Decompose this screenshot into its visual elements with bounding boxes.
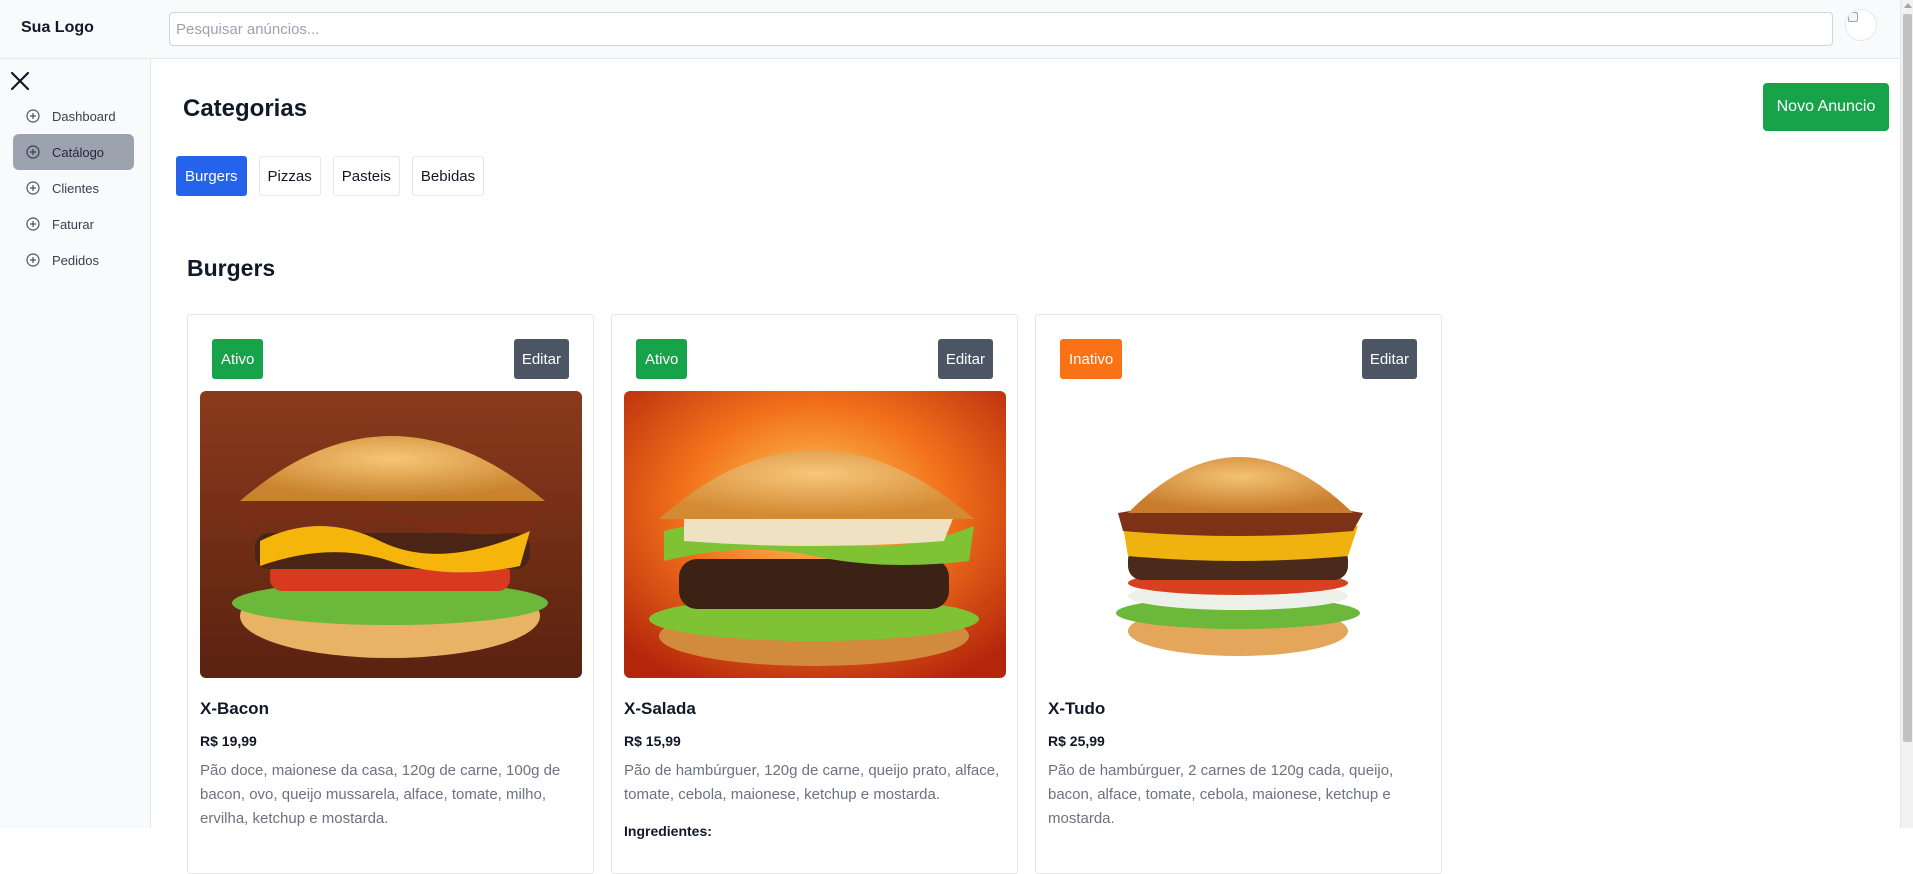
status-badge: Ativo xyxy=(212,339,264,379)
sidebar-item-dashboard[interactable]: Dashboard xyxy=(13,98,134,134)
sidebar-item-label: Clientes xyxy=(52,180,99,196)
product-grid: Ativo Editar X-Bacon R$ 19,99 Pão doce, … xyxy=(187,314,1442,874)
plus-circle-icon xyxy=(26,109,40,123)
product-name: X-Bacon xyxy=(200,699,269,718)
tab-pizzas[interactable]: Pizzas xyxy=(258,156,321,196)
product-price: R$ 19,99 xyxy=(200,733,257,749)
logo: Sua Logo xyxy=(21,19,94,36)
scroll-up-arrow-icon[interactable] xyxy=(1904,3,1912,8)
plus-circle-icon xyxy=(26,145,40,159)
sidebar-item-label: Pedidos xyxy=(52,252,99,268)
sidebar-item-faturar[interactable]: Faturar xyxy=(13,206,134,242)
status-badge: Inativo xyxy=(1060,339,1123,379)
tab-pasteis[interactable]: Pasteis xyxy=(332,156,400,196)
page-title: Categorias xyxy=(183,95,308,122)
new-ad-button[interactable]: Novo Anuncio xyxy=(1763,83,1889,131)
product-description: Pão de hambúrguer, 2 carnes de 120g cada… xyxy=(1048,762,1394,827)
tab-bebidas[interactable]: Bebidas xyxy=(411,156,485,196)
product-card: Ativo Editar X-Bacon R$ 19,99 Pão doce, … xyxy=(187,314,594,874)
avatar[interactable] xyxy=(1845,9,1877,41)
sidebar-item-label: Faturar xyxy=(52,216,94,232)
edit-button[interactable]: Editar xyxy=(1361,339,1417,379)
category-tabs: Burgers Pizzas Pasteis Bebidas xyxy=(176,156,485,196)
product-description: Pão de hambúrguer, 120g de carne, queijo… xyxy=(624,762,1000,803)
sidebar: Dashboard Catálogo Clientes Faturar Pedi… xyxy=(0,59,151,828)
plus-circle-icon xyxy=(26,253,40,267)
product-image xyxy=(1048,391,1430,678)
sidebar-item-label: Dashboard xyxy=(52,108,116,124)
broken-image-icon xyxy=(1848,12,1858,22)
product-description: Pão doce, maionese da casa, 120g de carn… xyxy=(200,762,561,827)
section-title: Burgers xyxy=(187,255,276,281)
sidebar-item-catalogo[interactable]: Catálogo xyxy=(13,134,134,170)
plus-circle-icon xyxy=(26,217,40,231)
plus-circle-icon xyxy=(26,181,40,195)
sidebar-item-label: Catálogo xyxy=(52,144,105,160)
edit-button[interactable]: Editar xyxy=(937,339,993,379)
edit-button[interactable]: Editar xyxy=(513,339,569,379)
ingredients-label: Ingredientes: xyxy=(624,823,712,839)
scrollbar-thumb[interactable] xyxy=(1903,14,1912,742)
search-input[interactable] xyxy=(169,12,1833,46)
tab-burgers[interactable]: Burgers xyxy=(176,156,247,196)
product-card: Inativo Editar X-Tudo R$ 25,99 Pão de ha… xyxy=(1035,314,1442,874)
product-image xyxy=(200,391,582,678)
product-card: Ativo Editar X-Salada R$ 15,99 Pão de ha… xyxy=(611,314,1018,874)
sidebar-item-pedidos[interactable]: Pedidos xyxy=(13,242,134,278)
product-price: R$ 15,99 xyxy=(624,733,681,749)
top-bar: Sua Logo xyxy=(0,0,1900,59)
sidebar-item-clientes[interactable]: Clientes xyxy=(13,170,134,206)
scrollbar[interactable] xyxy=(1900,0,1913,828)
status-badge: Ativo xyxy=(636,339,688,379)
product-name: X-Tudo xyxy=(1048,699,1106,718)
sidebar-nav: Dashboard Catálogo Clientes Faturar Pedi… xyxy=(13,98,134,278)
product-image xyxy=(624,391,1006,678)
close-icon[interactable] xyxy=(9,70,31,92)
main-content: Categorias Novo Anuncio Burgers Pizzas P… xyxy=(151,59,1900,874)
product-name: X-Salada xyxy=(624,699,696,718)
product-price: R$ 25,99 xyxy=(1048,733,1105,749)
